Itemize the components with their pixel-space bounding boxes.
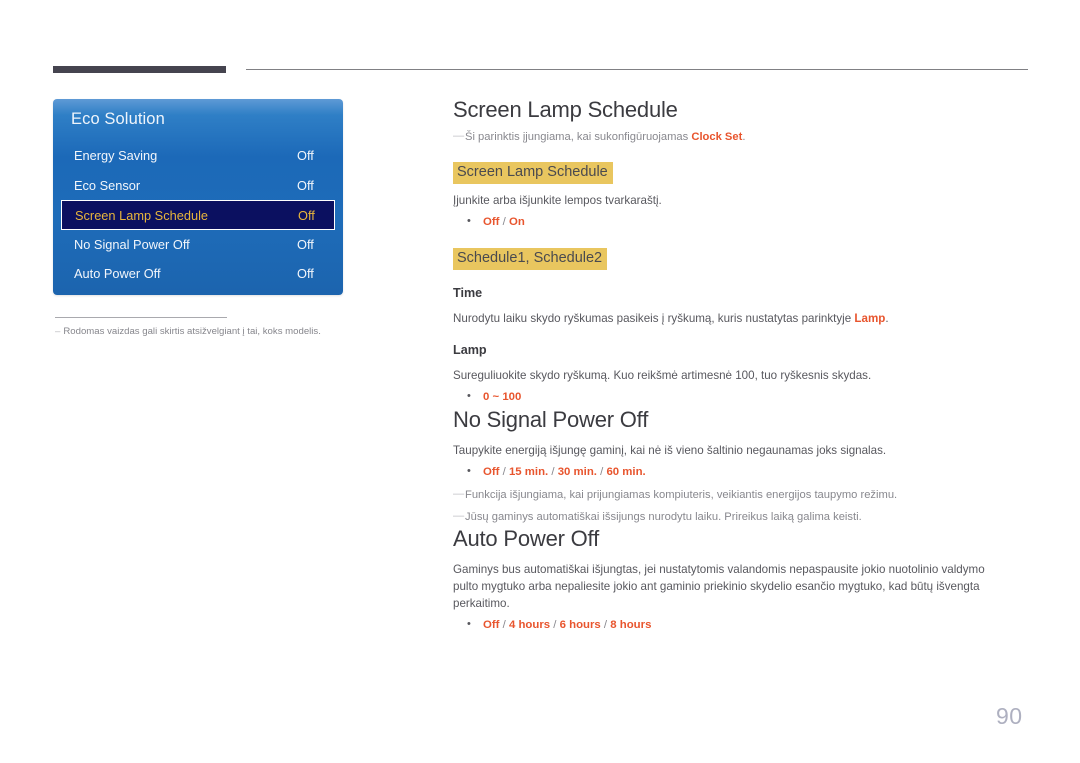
- section-heading-screen-lamp-schedule: Screen Lamp Schedule: [453, 97, 678, 122]
- osd-menu-item-label: Auto Power Off: [74, 266, 161, 281]
- osd-menu-item-value: Off: [297, 177, 314, 193]
- section1-note: — Ši parinktis įjungiama, kai sukonfigūru…: [453, 129, 1033, 145]
- subheading-lamp: Lamp: [453, 343, 487, 357]
- osd-menu-title: Eco Solution: [71, 110, 165, 128]
- left-footnote-divider: [55, 317, 227, 318]
- section2-options-list: Off / 15 min. / 30 min. / 60 min.: [453, 463, 1033, 481]
- osd-menu-item-value: Off: [297, 266, 314, 281]
- option-value-off: Off: [483, 466, 500, 478]
- highlight-heading-schedule1-schedule2: Schedule1, Schedule2: [453, 248, 608, 270]
- osd-menu-item-value: Off: [297, 148, 314, 163]
- time-text-pre: Nurodytu laiku skydo ryškumas pasikeis į…: [453, 312, 855, 325]
- subsection-schedule1-schedule2: Schedule1, Schedule2: [453, 248, 1033, 270]
- osd-menu-item-value: Off: [298, 208, 315, 223]
- footnote-dash: –: [55, 326, 61, 337]
- time-link-lamp: Lamp: [854, 312, 886, 325]
- option-separator: /: [550, 619, 560, 631]
- left-footnote: – Rodomas vaizdas gali skirtis atsižvelgi…: [55, 325, 355, 339]
- option-value-4hours: 4 hours: [508, 619, 551, 631]
- subsection-screen-lamp-schedule: Screen Lamp Schedule: [453, 162, 1033, 184]
- note-link-clock-set: Clock Set: [691, 131, 743, 143]
- osd-menu-item-label: No Signal Power Off: [74, 236, 190, 252]
- option-value-30min: 30 min.: [557, 466, 597, 478]
- note-text: Funkcija išjungiama, kai prijungiamas ko…: [465, 489, 898, 501]
- note-dash-icon: —: [453, 488, 465, 500]
- subheading-time: Time: [453, 286, 483, 300]
- option-separator: /: [600, 619, 611, 631]
- subsection1-description: Įjunkite arba išjunkite lempos tvarkaraš…: [453, 194, 662, 207]
- highlight-heading-screen-lamp-schedule: Screen Lamp Schedule: [453, 162, 613, 184]
- section2-description: Taupykite energiją išjungę gaminį, kai n…: [453, 444, 887, 457]
- option-value-60min: 60 min.: [606, 466, 646, 478]
- option-value-on: On: [508, 216, 525, 228]
- lamp-description: Sureguliuokite skydo ryškumą. Kuo reikšm…: [453, 369, 872, 382]
- time-text-post: .: [885, 312, 889, 325]
- option-value-8hours: 8 hours: [610, 619, 652, 631]
- osd-menu-item-label: Screen Lamp Schedule: [75, 208, 209, 223]
- option-item: Off / 4 hours / 6 hours / 8 hours: [467, 616, 1033, 634]
- option-item: 0 ~ 100: [467, 388, 1033, 406]
- document-body: Screen Lamp Schedule — Ši parinktis įjung…: [453, 96, 1033, 634]
- osd-menu-item-label: Eco Sensor: [74, 177, 141, 193]
- option-separator: /: [499, 216, 509, 228]
- time-description: Nurodytu laiku skydo ryškumas pasikeis į…: [453, 310, 1033, 327]
- footnote-text: Rodomas vaizdas gali skirtis atsižvelgia…: [63, 326, 321, 337]
- note-text: Jūsų gaminys automatiškai išsijungs nuro…: [465, 511, 862, 523]
- option-item: Off / 15 min. / 30 min. / 60 min.: [467, 463, 1033, 481]
- osd-menu-item-eco-sensor[interactable]: Eco Sensor Off: [53, 171, 343, 201]
- option-item: Off / On: [467, 213, 1033, 231]
- option-separator: /: [499, 619, 509, 631]
- osd-menu-panel: Eco Solution Energy Saving Off Eco Senso…: [53, 99, 343, 295]
- section2-note-2: — Jūsų gaminys automatiškai išsijungs nur…: [453, 509, 1033, 525]
- page-number: 90: [996, 703, 1023, 729]
- subsection1-options-list: Off / On: [453, 213, 1033, 231]
- option-separator: /: [499, 466, 509, 478]
- note-dash-icon: —: [453, 510, 465, 522]
- note-dash-icon: —: [453, 130, 465, 142]
- section3-options-list: Off / 4 hours / 6 hours / 8 hours: [453, 616, 1033, 634]
- osd-menu-item-no-signal-power-off[interactable]: No Signal Power Off Off: [53, 230, 343, 260]
- section2-note-1: — Funkcija išjungiama, kai prijungiamas k…: [453, 487, 1033, 503]
- option-separator: /: [548, 466, 558, 478]
- section-heading-no-signal-power-off: No Signal Power Off: [453, 407, 649, 432]
- header-divider-line: [246, 69, 1028, 70]
- section3-description: Gaminys bus automatiškai išjungtas, jei …: [453, 563, 985, 610]
- osd-menu-item-screen-lamp-schedule[interactable]: Screen Lamp Schedule Off: [61, 200, 335, 230]
- note-text-post: .: [742, 131, 746, 143]
- option-value-off: Off: [483, 619, 500, 631]
- section-heading-auto-power-off: Auto Power Off: [453, 526, 599, 551]
- osd-menu-item-value: Off: [297, 236, 314, 252]
- option-value-15min: 15 min.: [508, 466, 549, 478]
- osd-menu-list: Energy Saving Off Eco Sensor Off Screen …: [53, 141, 343, 289]
- osd-menu-item-label: Energy Saving: [74, 148, 158, 163]
- option-value-range: 0 ~ 100: [483, 391, 522, 403]
- option-value-off: Off: [483, 216, 500, 228]
- lamp-options-list: 0 ~ 100: [453, 388, 1033, 406]
- option-value-6hours: 6 hours: [559, 619, 601, 631]
- osd-menu-item-auto-power-off[interactable]: Auto Power Off Off: [53, 259, 343, 289]
- header-accent-bar: [53, 66, 226, 73]
- note-text-pre: Ši parinktis įjungiama, kai sukonfigūruo…: [465, 131, 692, 143]
- osd-menu-item-energy-saving[interactable]: Energy Saving Off: [53, 141, 343, 171]
